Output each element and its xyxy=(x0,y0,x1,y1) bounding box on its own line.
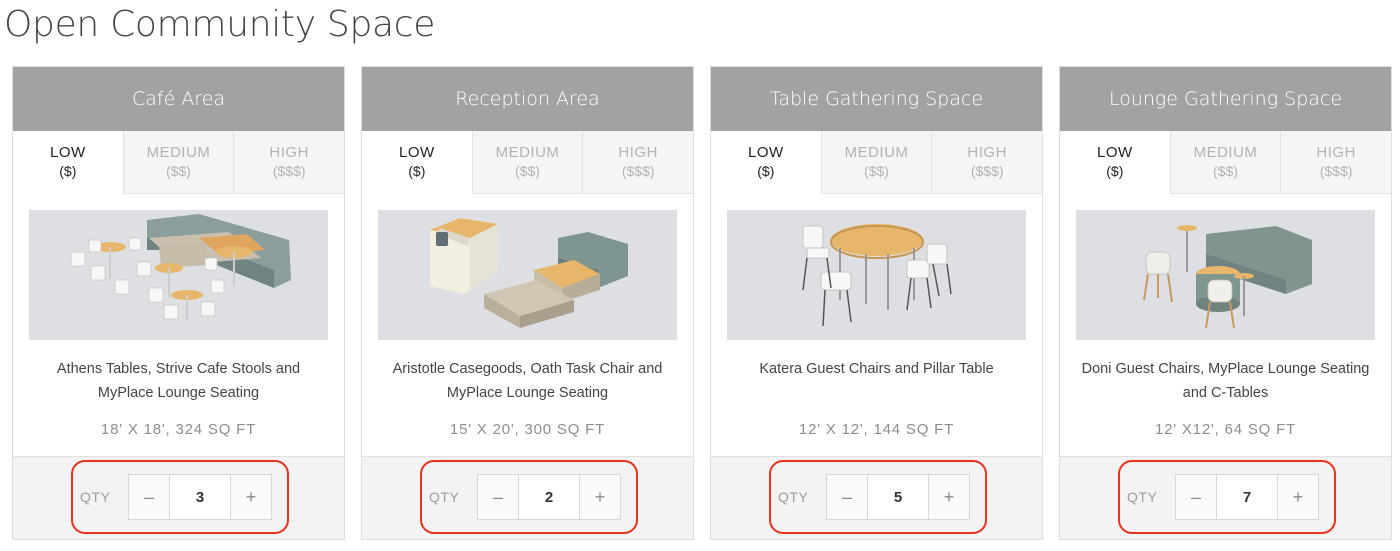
quantity-input[interactable]: 7 xyxy=(1216,475,1278,519)
tier-price: ($) xyxy=(408,163,426,179)
tier-tabs: LOW ($) MEDIUM ($$) HIGH ($$$) xyxy=(1060,131,1391,194)
space-dimensions: 12' X 12', 144 SQ FT xyxy=(798,421,955,438)
product-image xyxy=(378,210,677,340)
tab-high[interactable]: HIGH ($$$) xyxy=(233,131,344,193)
tier-price: ($$) xyxy=(166,163,191,179)
tier-label: LOW xyxy=(748,144,784,161)
tier-label: HIGH xyxy=(269,144,309,161)
card-title: Table Gathering Space xyxy=(711,67,1042,131)
tier-label: MEDIUM xyxy=(1193,144,1258,161)
decrement-button[interactable]: – xyxy=(129,475,169,519)
product-description: Athens Tables, Strive Cafe Stools and My… xyxy=(56,361,301,401)
quantity-highlight: QTY – 7 + xyxy=(1118,460,1336,534)
quantity-stepper: – 2 + xyxy=(477,474,621,520)
card-table-gathering-space: Table Gathering Space LOW ($) MEDIUM ($$… xyxy=(710,66,1043,540)
product-description: Doni Guest Chairs, MyPlace Lounge Seatin… xyxy=(1081,361,1370,401)
quantity-bar: QTY – 7 + xyxy=(1060,456,1391,539)
tier-label: MEDIUM xyxy=(495,144,560,161)
space-dimensions: 18' X 18', 324 SQ FT xyxy=(100,421,257,438)
tier-label: LOW xyxy=(399,144,435,161)
quantity-input[interactable]: 3 xyxy=(169,475,231,519)
product-image xyxy=(29,210,328,340)
tier-price: ($$$) xyxy=(621,163,655,179)
tab-high[interactable]: HIGH ($$$) xyxy=(1280,131,1391,193)
tab-low[interactable]: LOW ($) xyxy=(13,131,123,194)
tier-price: ($$$) xyxy=(1319,163,1353,179)
qty-label: QTY xyxy=(1127,489,1158,505)
quantity-highlight: QTY – 2 + xyxy=(420,460,638,534)
quantity-bar: QTY – 2 + xyxy=(362,456,693,539)
tab-low[interactable]: LOW ($) xyxy=(362,131,472,194)
tier-price: ($$) xyxy=(864,163,889,179)
quantity-highlight: QTY – 3 + xyxy=(71,460,289,534)
card-lounge-gathering-space: Lounge Gathering Space LOW ($) MEDIUM ($… xyxy=(1059,66,1392,540)
card-reception-area: Reception Area LOW ($) MEDIUM ($$) HIGH … xyxy=(361,66,694,540)
space-dimensions: 12' X12', 64 SQ FT xyxy=(1154,421,1297,438)
tier-label: MEDIUM xyxy=(146,144,211,161)
tier-label: LOW xyxy=(1097,144,1133,161)
tier-tabs: LOW ($) MEDIUM ($$) HIGH ($$$) xyxy=(13,131,344,194)
tier-price: ($$$) xyxy=(272,163,306,179)
quantity-bar: QTY – 3 + xyxy=(13,456,344,539)
quantity-bar: QTY – 5 + xyxy=(711,456,1042,539)
increment-button[interactable]: + xyxy=(231,475,271,519)
qty-label: QTY xyxy=(778,489,809,505)
card-title: Lounge Gathering Space xyxy=(1060,67,1391,131)
tier-label: HIGH xyxy=(1316,144,1356,161)
tier-label: LOW xyxy=(50,144,86,161)
quantity-stepper: – 3 + xyxy=(128,474,272,520)
tab-high[interactable]: HIGH ($$$) xyxy=(582,131,693,193)
decrement-button[interactable]: – xyxy=(478,475,518,519)
tier-price: ($) xyxy=(757,163,775,179)
tier-label: HIGH xyxy=(618,144,658,161)
quantity-input[interactable]: 5 xyxy=(867,475,929,519)
tab-medium[interactable]: MEDIUM ($$) xyxy=(122,131,234,193)
tab-medium[interactable]: MEDIUM ($$) xyxy=(820,131,932,193)
tier-price: ($$) xyxy=(1213,163,1238,179)
tab-high[interactable]: HIGH ($$$) xyxy=(931,131,1042,193)
quantity-stepper: – 5 + xyxy=(826,474,970,520)
increment-button[interactable]: + xyxy=(1278,475,1318,519)
page-title: Open Community Space xyxy=(4,4,436,45)
tab-low[interactable]: LOW ($) xyxy=(711,131,821,194)
card-cafe-area: Café Area LOW ($) MEDIUM ($$) HIGH ($$$) xyxy=(12,66,345,540)
product-image xyxy=(727,210,1026,340)
tier-tabs: LOW ($) MEDIUM ($$) HIGH ($$$) xyxy=(362,131,693,194)
tier-label: HIGH xyxy=(967,144,1007,161)
quantity-input[interactable]: 2 xyxy=(518,475,580,519)
quantity-highlight: QTY – 5 + xyxy=(769,460,987,534)
product-description: Katera Guest Chairs and Pillar Table xyxy=(759,361,994,377)
increment-button[interactable]: + xyxy=(580,475,620,519)
product-image xyxy=(1076,210,1375,340)
increment-button[interactable]: + xyxy=(929,475,969,519)
tier-label: MEDIUM xyxy=(844,144,909,161)
qty-label: QTY xyxy=(429,489,460,505)
tab-medium[interactable]: MEDIUM ($$) xyxy=(471,131,583,193)
space-cards: Café Area LOW ($) MEDIUM ($$) HIGH ($$$) xyxy=(12,66,1396,540)
tier-price: ($$) xyxy=(515,163,540,179)
space-dimensions: 15' X 20', 300 SQ FT xyxy=(449,421,606,438)
tab-medium[interactable]: MEDIUM ($$) xyxy=(1169,131,1281,193)
card-title: Reception Area xyxy=(362,67,693,131)
product-description: Aristotle Casegoods, Oath Task Chair and… xyxy=(392,361,663,401)
tier-price: ($$$) xyxy=(970,163,1004,179)
quantity-stepper: – 7 + xyxy=(1175,474,1319,520)
decrement-button[interactable]: – xyxy=(827,475,867,519)
decrement-button[interactable]: – xyxy=(1176,475,1216,519)
qty-label: QTY xyxy=(80,489,111,505)
tier-tabs: LOW ($) MEDIUM ($$) HIGH ($$$) xyxy=(711,131,1042,194)
tier-price: ($) xyxy=(59,163,77,179)
tier-price: ($) xyxy=(1106,163,1124,179)
tab-low[interactable]: LOW ($) xyxy=(1060,131,1170,194)
card-title: Café Area xyxy=(13,67,344,131)
